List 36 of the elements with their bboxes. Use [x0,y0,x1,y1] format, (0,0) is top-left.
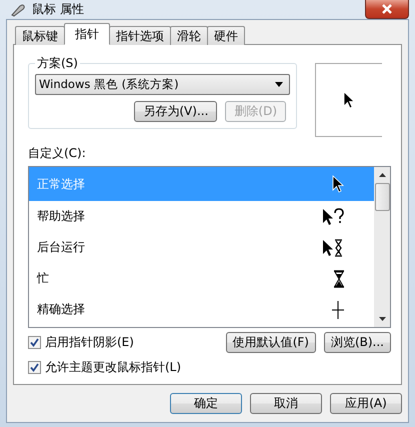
list-button[interactable]: 使用默认值(F) [226,332,316,353]
tab[interactable]: 鼠标键 [15,26,65,45]
close-icon [381,4,393,14]
cursor-list-item[interactable]: 精确选择 [29,294,374,325]
checkbox-option[interactable]: 允许主题更改鼠标指针(L) [28,359,391,376]
arrow-cursor-icon [343,91,355,109]
scroll-thumb[interactable] [374,183,390,211]
scroll-up-icon [378,173,386,177]
list-button[interactable]: 浏览(B)... [324,332,391,353]
crosshair-icon [332,300,344,318]
dropdown-caret-icon [275,82,283,87]
checkbox[interactable] [28,336,41,349]
scrollbar[interactable] [374,167,390,327]
group-label: 方案(S) [36,55,79,72]
dialog-button[interactable]: 取消 [250,393,322,414]
tab[interactable]: 指针 [64,23,110,45]
cursor-list-item[interactable]: 忙 [29,263,374,294]
tab[interactable]: 指针选项 [109,26,171,45]
close-button[interactable] [365,0,409,19]
hourglass-icon [334,270,344,288]
customize-label: 自定义(C): [28,145,87,162]
dialog-button[interactable]: 确定 [170,393,242,414]
cursor-list-item[interactable]: 后台运行 [29,232,374,263]
scheme-button[interactable]: 另存为(V)... [134,101,218,122]
tab[interactable]: 滑轮 [170,26,208,45]
scheme-dropdown[interactable]: Windows 黑色 (系统方案) [35,74,290,95]
dialog-button[interactable]: 应用(A) [330,393,402,414]
checkbox[interactable] [28,361,41,374]
window-title: 鼠标 属性 [32,1,85,18]
cursor-list-item[interactable]: 帮助选择 [29,201,374,232]
working-cursor-icon [322,238,344,256]
arrow-cursor-icon [332,175,344,193]
tab[interactable]: 硬件 [207,26,245,45]
help-cursor-icon [322,208,344,226]
checkbox-option[interactable]: 启用指针阴影(E) [28,334,134,351]
scroll-down-icon [378,317,386,321]
